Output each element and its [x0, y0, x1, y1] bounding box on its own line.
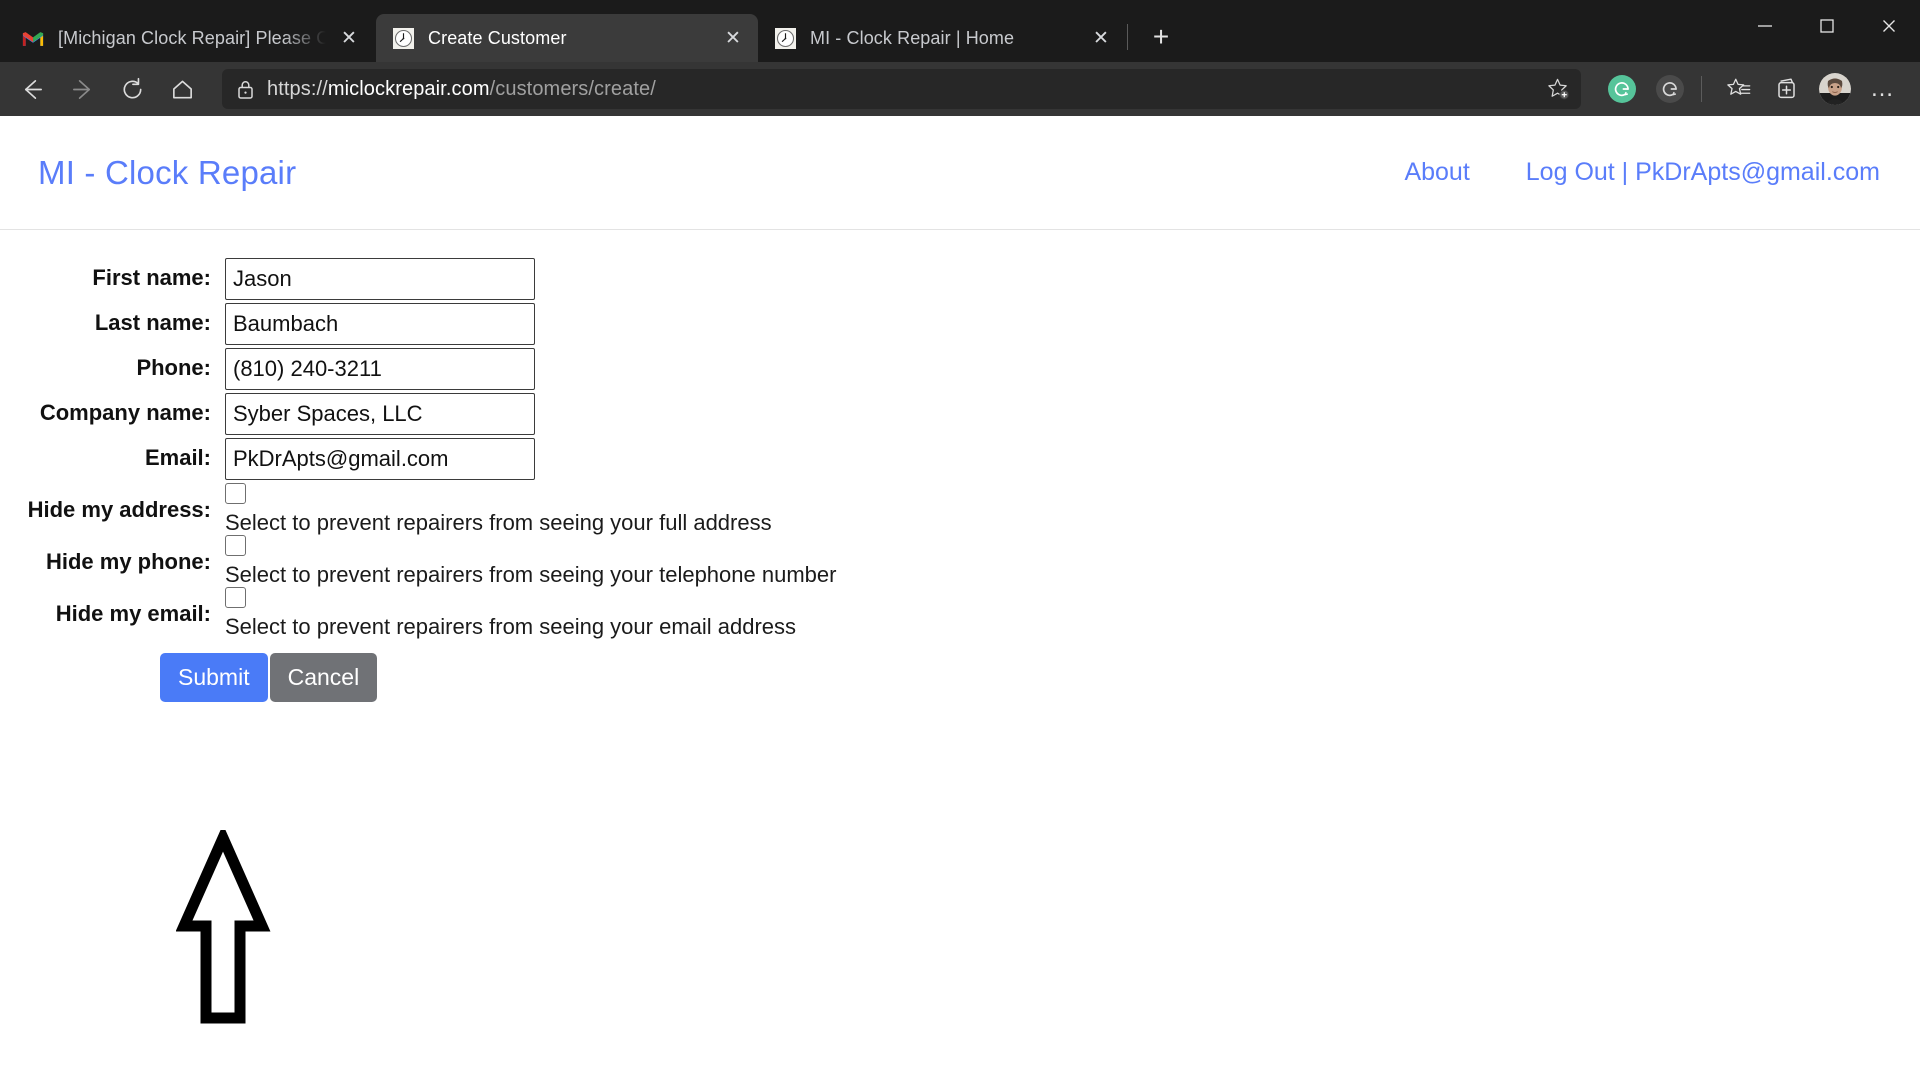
clock-icon [392, 27, 414, 49]
tab-title: [Michigan Clock Repair] Please C [58, 27, 326, 48]
star-plus-icon[interactable] [1546, 77, 1571, 102]
browser-tab-create-customer[interactable]: Create Customer ✕ [376, 14, 758, 62]
submit-button[interactable]: Submit [160, 652, 268, 702]
avatar[interactable] [1814, 68, 1856, 110]
maximize-icon[interactable] [1796, 0, 1858, 52]
field-hide-email: Select to prevent repairers from seeing … [225, 587, 796, 639]
profile-avatar-image [1819, 73, 1851, 105]
field-phone [225, 348, 535, 390]
field-hide-address: Select to prevent repairers from seeing … [225, 483, 772, 535]
site-header: MI - Clock Repair About Log Out | PkDrAp… [0, 116, 1920, 230]
hide-email-checkbox[interactable] [225, 587, 246, 609]
nav-link-about[interactable]: About [1404, 158, 1469, 187]
form-row-hide-email: Hide my email: Select to prevent repaire… [0, 587, 1920, 639]
grammarly-gray-badge [1656, 75, 1684, 103]
hide-phone-checkbox[interactable] [225, 535, 246, 557]
page-viewport: MI - Clock Repair About Log Out | PkDrAp… [0, 116, 1920, 1080]
close-icon[interactable]: ✕ [334, 23, 364, 53]
close-window-icon[interactable] [1858, 0, 1920, 52]
email-input[interactable] [225, 438, 535, 480]
form-actions: Submit Cancel [160, 652, 1920, 702]
form-row-hide-phone: Hide my phone: Select to prevent repaire… [0, 535, 1920, 587]
refresh-icon[interactable] [110, 67, 154, 111]
more-settings-icon[interactable]: … [1862, 68, 1904, 110]
new-tab-button[interactable]: + [1127, 16, 1182, 58]
field-last-name [225, 303, 535, 345]
close-icon[interactable]: ✕ [1086, 23, 1116, 53]
url-path: /customers/create/ [489, 77, 656, 100]
label-first-name: First name: [92, 265, 211, 290]
forward-arrow-icon[interactable] [60, 67, 104, 111]
browser-tab-home[interactable]: MI - Clock Repair | Home ✕ [758, 14, 1126, 62]
annotation-up-arrow [175, 824, 276, 1035]
minimize-icon[interactable] [1734, 0, 1796, 52]
nav-link-logout[interactable]: Log Out | PkDrApts@gmail.com [1526, 158, 1880, 187]
tab-list: [Michigan Clock Repair] Please C ✕ Creat… [0, 0, 1182, 62]
field-hide-phone: Select to prevent repairers from seeing … [225, 535, 836, 587]
site-nav: About Log Out | PkDrApts@gmail.com [1404, 158, 1880, 187]
phone-input[interactable] [225, 348, 535, 390]
field-email [225, 438, 535, 480]
label-company-name: Company name: [39, 400, 211, 425]
tab-strip: [Michigan Clock Repair] Please C ✕ Creat… [0, 0, 1920, 62]
cancel-button[interactable]: Cancel [269, 652, 378, 702]
first-name-input[interactable] [225, 258, 535, 300]
hide-phone-help: Select to prevent repairers from seeing … [225, 562, 837, 588]
collections-icon[interactable] [1766, 68, 1808, 110]
gmail-icon [22, 27, 44, 49]
label-phone: Phone: [136, 355, 211, 380]
form-row-phone: Phone: [0, 348, 1920, 390]
form-row-first-name: First name: [0, 258, 1920, 300]
label-email: Email: [144, 445, 211, 470]
field-company-name [225, 393, 535, 435]
window-controls [1734, 0, 1920, 52]
url-text: https://miclockrepair.com/customers/crea… [267, 78, 1546, 101]
label-hide-phone: Hide my phone: [45, 549, 211, 575]
last-name-input[interactable] [225, 303, 535, 345]
create-customer-form: First name: Last name: Phone: Company na… [0, 230, 1920, 1024]
field-first-name [225, 258, 535, 300]
url-scheme: https:// [267, 77, 328, 100]
form-row-hide-address: Hide my address: Select to prevent repai… [0, 483, 1920, 535]
label-hide-email: Hide my email: [55, 601, 211, 627]
tab-title: MI - Clock Repair | Home [810, 27, 1015, 48]
hide-address-checkbox[interactable] [225, 483, 246, 504]
address-bar[interactable]: https://miclockrepair.com/customers/crea… [222, 69, 1581, 109]
hide-email-help: Select to prevent repairers from seeing … [225, 614, 797, 640]
grammarly-icon[interactable] [1601, 68, 1643, 110]
browser-toolbar: https://miclockrepair.com/customers/crea… [0, 62, 1920, 116]
form-row-last-name: Last name: [0, 303, 1920, 345]
toolbar-divider [1701, 76, 1702, 102]
home-icon[interactable] [160, 67, 204, 111]
site-brand[interactable]: MI - Clock Repair [38, 154, 296, 192]
url-host: miclockrepair.com [327, 77, 490, 100]
lock-icon [236, 79, 255, 100]
clock-icon [774, 27, 796, 49]
back-arrow-icon[interactable] [10, 67, 54, 111]
favorites-star-icon[interactable] [1718, 68, 1760, 110]
browser-window: [Michigan Clock Repair] Please C ✕ Creat… [0, 0, 1920, 1080]
hide-address-help: Select to prevent repairers from seeing … [225, 510, 772, 535]
ellipsis-glyph: … [1870, 75, 1896, 102]
label-hide-address: Hide my address: [27, 497, 211, 522]
grammarly-green-badge [1608, 75, 1636, 103]
grammarly-secondary-icon[interactable] [1649, 68, 1691, 110]
form-row-company-name: Company name: [0, 393, 1920, 435]
close-icon[interactable]: ✕ [718, 23, 748, 53]
form-row-email: Email: [0, 438, 1920, 480]
label-last-name: Last name: [94, 310, 211, 335]
browser-tab-gmail[interactable]: [Michigan Clock Repair] Please C ✕ [6, 14, 374, 62]
company-name-input[interactable] [225, 393, 535, 435]
tab-title: Create Customer [428, 27, 567, 48]
